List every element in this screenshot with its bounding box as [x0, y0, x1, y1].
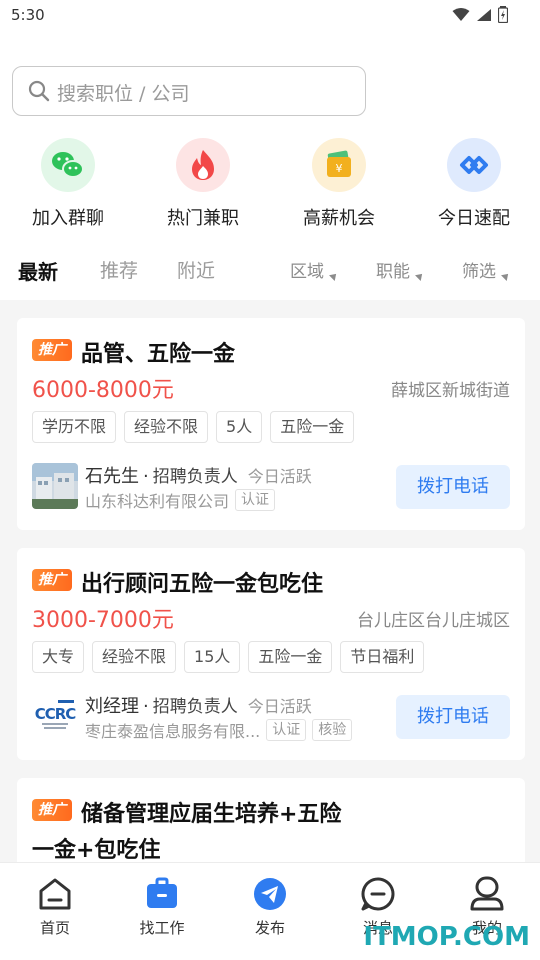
- promoted-tag: 推广: [32, 569, 72, 591]
- recruiter-role: 招聘负责人: [152, 697, 238, 717]
- job-location: 台儿庄区台儿庄城区: [357, 611, 510, 631]
- job-location: 薛城区新城街道: [391, 381, 510, 401]
- quick-action-label: 高薪机会: [303, 208, 375, 229]
- briefcase-icon: [147, 877, 177, 908]
- battery-icon: [498, 6, 508, 23]
- quick-action-label: 热门兼职: [167, 208, 239, 229]
- company-name: 山东科达利有限公司: [85, 492, 230, 511]
- job-tabs: 最新 推荐 附近 区域 职能 筛选: [0, 256, 540, 288]
- search-input[interactable]: 搜索职位 / 公司: [12, 66, 366, 116]
- nav-find-job[interactable]: 找工作: [122, 875, 202, 938]
- nav-label: 首页: [39, 919, 70, 937]
- status-bar: 5:30: [0, 0, 540, 34]
- job-tag: 学历不限: [32, 411, 117, 443]
- fire-icon: [176, 138, 230, 192]
- quick-join-group[interactable]: 加入群聊: [8, 138, 128, 230]
- profile-icon: [470, 876, 504, 911]
- search-icon: [28, 80, 50, 102]
- job-title-line2: 一金+包吃住: [32, 838, 161, 863]
- money-envelope-icon: ¥: [312, 138, 366, 192]
- company-info: 山东科达利有限公司 认证: [85, 488, 276, 512]
- job-tag: 经验不限: [124, 411, 209, 443]
- job-tag: 经验不限: [92, 641, 177, 673]
- promoted-tag: 推广: [32, 799, 72, 821]
- job-salary: 6000-8000元: [32, 378, 174, 403]
- job-tag: 节日福利: [340, 641, 425, 673]
- wechat-icon: [41, 138, 95, 192]
- job-tag: 五险一金: [248, 641, 333, 673]
- nav-label: 发布: [254, 919, 285, 937]
- watermark: ITMOP.COM: [363, 922, 530, 952]
- quick-hot-parttime[interactable]: 热门兼职: [143, 138, 263, 230]
- promoted-tag: 推广: [32, 339, 72, 361]
- quick-high-salary[interactable]: ¥ 高薪机会: [279, 138, 399, 230]
- signal-icon: [477, 8, 491, 21]
- home-icon: [39, 878, 71, 910]
- status-time: 5:30: [11, 6, 45, 24]
- recruiter-role: 招聘负责人: [152, 467, 238, 487]
- company-logo: CCRC: [32, 693, 78, 739]
- recruiter-info: 石先生 · 招聘负责人 今日活跃: [85, 466, 312, 487]
- job-title: 出行顾问五险一金包吃住: [81, 572, 324, 597]
- quick-today-match[interactable]: 今日速配: [414, 138, 534, 230]
- wifi-icon: [452, 7, 470, 21]
- job-tag: 15人: [184, 641, 241, 673]
- dropdown-triangle-icon: [415, 271, 425, 281]
- status-icons: [452, 6, 508, 23]
- verified-badge: 认证: [235, 489, 276, 511]
- recruiter-info: 刘经理 · 招聘负责人 今日活跃: [85, 696, 312, 717]
- svg-text:¥: ¥: [336, 162, 343, 175]
- filter-label: 职能: [376, 262, 410, 282]
- job-title-line1: 储备管理应届生培养+五险: [81, 802, 342, 827]
- send-icon: [254, 878, 286, 910]
- call-button[interactable]: 拨打电话: [396, 695, 510, 739]
- filter-more[interactable]: 筛选: [462, 257, 511, 282]
- job-card[interactable]: 推广 出行顾问五险一金包吃住 3000-7000元 台儿庄区台儿庄城区 大专 经…: [17, 548, 525, 760]
- recruiter-name: 石先生: [85, 466, 139, 487]
- filter-function[interactable]: 职能: [376, 257, 425, 282]
- call-button[interactable]: 拨打电话: [396, 465, 510, 509]
- job-tags: 大专 经验不限 15人 五险一金 节日福利: [32, 641, 425, 673]
- job-tag: 5人: [216, 411, 263, 443]
- dropdown-triangle-icon: [501, 271, 511, 281]
- company-avatar: [32, 463, 78, 509]
- company-name: 枣庄泰盈信息服务有限...: [85, 722, 261, 741]
- job-card[interactable]: 推广 品管、五险一金 6000-8000元 薛城区新城街道 学历不限 经验不限 …: [17, 318, 525, 530]
- job-title: 品管、五险一金: [81, 342, 236, 367]
- job-tags: 学历不限 经验不限 5人 五险一金: [32, 411, 355, 443]
- nav-home[interactable]: 首页: [15, 875, 95, 938]
- quick-action-label: 加入群聊: [32, 208, 104, 229]
- recruiter-activity: 今日活跃: [247, 697, 312, 716]
- tab-recommended[interactable]: 推荐: [100, 256, 138, 283]
- job-tag: 五险一金: [270, 411, 355, 443]
- match-icon: [447, 138, 501, 192]
- nav-publish[interactable]: 发布: [230, 875, 310, 938]
- filter-label: 区域: [290, 262, 324, 282]
- nav-label: 找工作: [139, 919, 185, 937]
- recruiter-activity: 今日活跃: [247, 467, 312, 486]
- header-area: 5:30 搜索职位 / 公司 加入群聊 热门兼职 ¥ 高薪机会 今日速配 最新 …: [0, 0, 540, 300]
- recruiter-name: 刘经理: [85, 696, 139, 717]
- search-placeholder: 搜索职位 / 公司: [57, 83, 190, 105]
- filter-region[interactable]: 区域: [290, 257, 339, 282]
- checked-badge: 核验: [312, 719, 353, 741]
- company-info: 枣庄泰盈信息服务有限... 认证 核验: [85, 718, 353, 742]
- message-icon: [361, 877, 395, 911]
- job-salary: 3000-7000元: [32, 608, 174, 633]
- tab-latest[interactable]: 最新: [18, 256, 58, 285]
- dropdown-triangle-icon: [329, 271, 339, 281]
- job-tag: 大专: [32, 641, 85, 673]
- tab-nearby[interactable]: 附近: [177, 256, 215, 283]
- quick-action-label: 今日速配: [438, 208, 510, 229]
- verified-badge: 认证: [266, 719, 307, 741]
- filter-label: 筛选: [462, 262, 496, 282]
- svg-text:CCRC: CCRC: [35, 705, 77, 723]
